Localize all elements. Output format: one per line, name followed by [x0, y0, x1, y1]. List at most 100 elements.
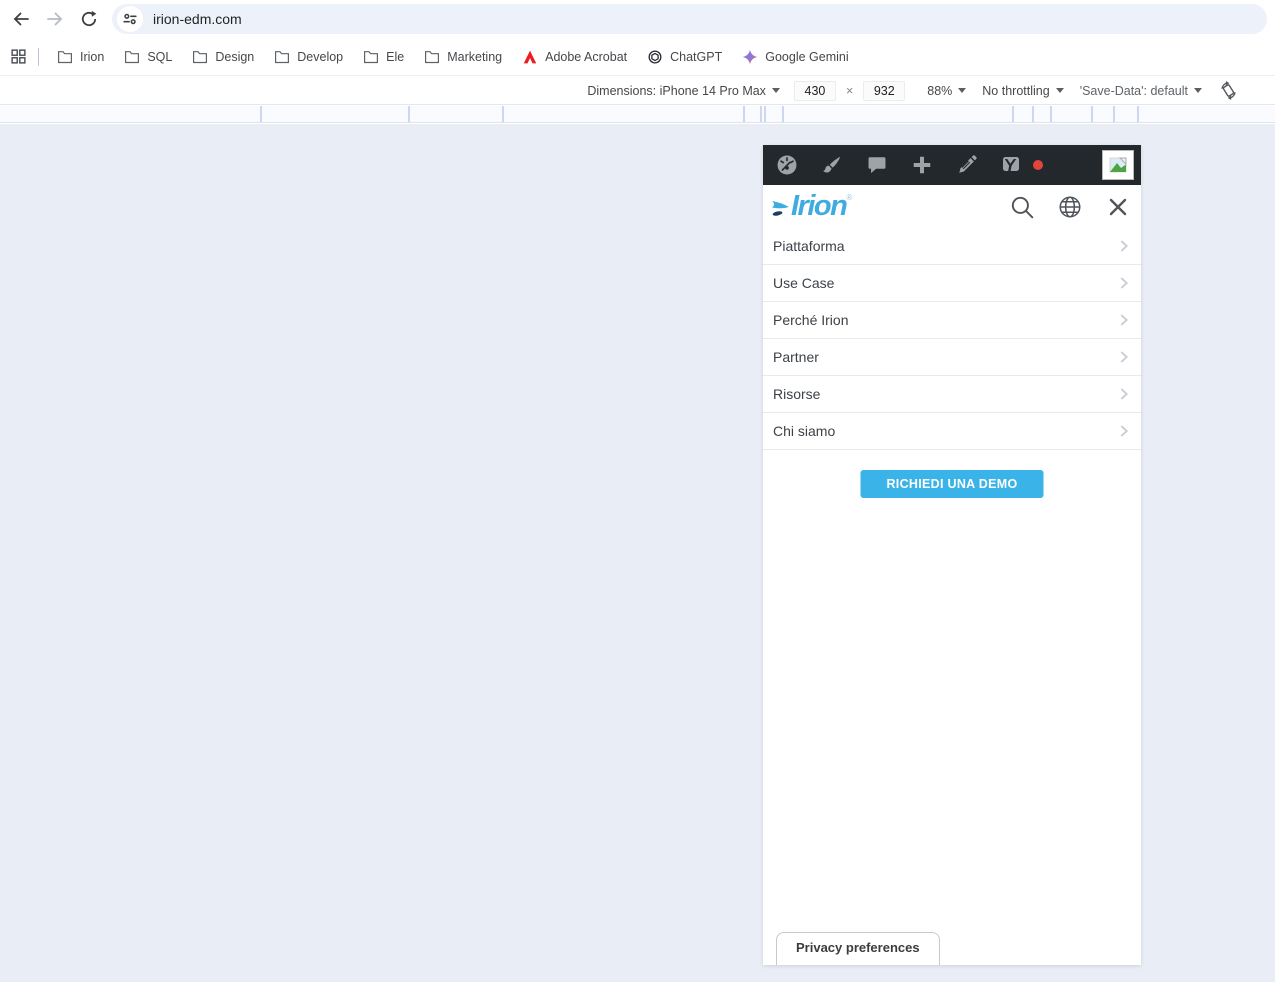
close-menu-button[interactable]	[1105, 194, 1131, 220]
bookmark-label: Google Gemini	[765, 49, 849, 64]
globe-language-icon	[1059, 195, 1081, 218]
back-arrow-icon	[13, 12, 29, 26]
reload-button[interactable]	[72, 2, 106, 36]
gauge-icon[interactable]	[776, 154, 798, 176]
bookmark-label: ChatGPT	[670, 49, 723, 64]
irion-logo[interactable]: Irion ®	[771, 189, 852, 222]
chevron-right-icon	[1120, 314, 1129, 326]
plus-icon[interactable]	[911, 154, 933, 176]
menu-item-label: Piattaforma	[773, 238, 845, 254]
browser-toolbar: irion-edm.com	[0, 0, 1275, 38]
site-settings-button[interactable]	[117, 6, 143, 32]
notification-dot-icon	[1033, 160, 1043, 170]
bookmark-irion[interactable]: Irion	[49, 45, 112, 68]
privacy-preferences-button[interactable]: Privacy preferences	[776, 932, 940, 965]
chevron-right-icon	[1120, 351, 1129, 363]
folder-icon	[275, 51, 290, 64]
zoom-dropdown[interactable]: 88%	[927, 83, 967, 98]
zoom-value: 88%	[927, 83, 953, 98]
bookmark-adobe-acrobat[interactable]: Adobe Acrobat	[514, 45, 635, 69]
folder-icon	[425, 51, 440, 64]
bookmark-label: Adobe Acrobat	[545, 49, 628, 64]
menu-item-label: Chi siamo	[773, 423, 836, 439]
rotate-device-button[interactable]	[1218, 80, 1239, 101]
bookmark-label: Develop	[297, 49, 344, 64]
menu-item-risorse[interactable]: Risorse	[763, 376, 1141, 413]
back-button[interactable]	[4, 2, 38, 36]
chevron-right-icon	[1120, 388, 1129, 400]
irion-logo-mark-icon	[772, 200, 789, 216]
adobe-logo-icon	[523, 50, 537, 63]
bookmark-chatgpt[interactable]: ChatGPT	[639, 45, 730, 69]
bookmark-sql[interactable]: SQL	[116, 45, 180, 68]
chevron-right-icon	[1120, 240, 1129, 252]
media-query-divider	[502, 106, 504, 122]
media-query-divider	[764, 106, 766, 122]
paintbrush-icon[interactable]	[821, 154, 843, 176]
bookmark-marketing[interactable]: Marketing	[416, 45, 510, 68]
throttling-value: No throttling	[982, 83, 1050, 98]
language-button[interactable]	[1057, 194, 1083, 220]
devtools-device-toolbar: Dimensions: iPhone 14 Pro Max 430 × 932 …	[0, 77, 1275, 105]
search-icon	[1011, 196, 1034, 218]
device-height-input[interactable]: 932	[863, 80, 906, 101]
device-dimensions-dropdown[interactable]: Dimensions: iPhone 14 Pro Max	[587, 84, 780, 98]
bookmark-ele[interactable]: Ele	[355, 45, 412, 68]
media-query-divider	[1137, 106, 1139, 122]
chatgpt-logo-icon	[648, 50, 662, 63]
menu-item-label: Use Case	[773, 275, 835, 291]
apps-grid-icon	[10, 49, 26, 64]
folder-icon	[193, 51, 208, 64]
caret-down-icon	[1055, 88, 1064, 93]
wp-admin-bar	[763, 145, 1141, 185]
rotate-device-icon	[1221, 81, 1236, 100]
address-bar[interactable]: irion-edm.com	[112, 4, 1267, 34]
media-query-bar	[0, 106, 1275, 123]
dimensions-multiply-sign: ×	[845, 83, 854, 98]
site-header: Irion ®	[763, 185, 1141, 228]
bookmark-design[interactable]: Design	[184, 45, 262, 68]
gemini-logo-icon	[742, 49, 758, 64]
device-width-input[interactable]: 430	[793, 80, 836, 101]
folder-icon	[364, 51, 379, 64]
menu-item-chi-siamo[interactable]: Chi siamo	[763, 413, 1141, 450]
apps-grid-button[interactable]	[4, 43, 32, 71]
menu-item-label: Partner	[773, 349, 819, 365]
caret-down-icon	[958, 88, 967, 93]
menu-item-partner[interactable]: Partner	[763, 339, 1141, 376]
media-query-divider	[760, 106, 762, 122]
chevron-right-icon	[1120, 425, 1129, 437]
broken-image-icon[interactable]	[1102, 150, 1134, 180]
search-button[interactable]	[1009, 194, 1035, 220]
edit-pencil-icon[interactable]	[956, 154, 978, 176]
bookmarks-separator	[38, 47, 39, 66]
folder-icon	[58, 51, 72, 64]
menu-item-piattaforma[interactable]: Piattaforma	[763, 228, 1141, 265]
bookmark-google-gemini[interactable]: Google Gemini	[734, 45, 856, 69]
bookmark-develop[interactable]: Develop	[266, 45, 351, 68]
bookmark-label: Marketing	[447, 49, 503, 64]
forward-button[interactable]	[38, 2, 72, 36]
request-demo-button[interactable]: RICHIEDI UNA DEMO	[860, 470, 1044, 498]
media-query-divider	[782, 106, 784, 122]
menu-item-label: Risorse	[773, 386, 821, 402]
yoast-seo-icon[interactable]	[1001, 154, 1023, 176]
logo-text: Irion	[791, 189, 848, 222]
menu-item-use-case[interactable]: Use Case	[763, 265, 1141, 302]
save-data-dropdown[interactable]: 'Save-Data': default	[1080, 84, 1202, 98]
bookmark-label: Ele	[386, 49, 405, 64]
reload-icon	[81, 10, 97, 27]
comments-bubble-icon[interactable]	[866, 154, 888, 176]
throttling-dropdown[interactable]: No throttling	[982, 83, 1064, 98]
media-query-divider	[1113, 106, 1115, 122]
close-icon	[1109, 198, 1127, 215]
url-text: irion-edm.com	[153, 11, 242, 27]
chevron-right-icon	[1120, 277, 1129, 289]
media-query-divider	[743, 106, 745, 122]
bookmarks-bar: Irion SQL Design Develop Ele Marketing A…	[0, 38, 1275, 76]
menu-item-label: Perché Irion	[773, 312, 849, 328]
caret-down-icon	[1194, 88, 1202, 93]
media-query-divider	[1032, 106, 1034, 122]
menu-item-perche-irion[interactable]: Perché Irion	[763, 302, 1141, 339]
media-query-divider	[260, 106, 262, 122]
